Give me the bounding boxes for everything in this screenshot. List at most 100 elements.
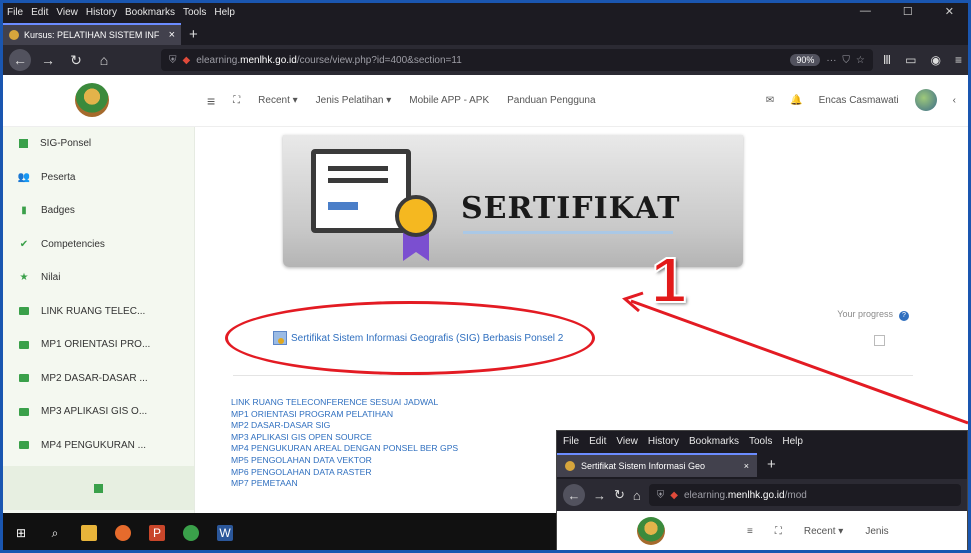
- sidebar-item-badges[interactable]: ▮ Badges: [3, 194, 194, 228]
- section-link[interactable]: MP7 PEMETAAN: [231, 478, 458, 490]
- firefox-icon[interactable]: [115, 525, 131, 541]
- sidebar-item-mp2[interactable]: MP2 DASAR-DASAR ...: [3, 362, 194, 396]
- drawer-toggle-icon[interactable]: ≡: [207, 93, 215, 109]
- inset-reload-icon[interactable]: ↻: [614, 487, 625, 503]
- reload-icon[interactable]: ↻: [65, 49, 87, 71]
- home-icon[interactable]: ⌂: [93, 49, 115, 71]
- close-window-icon[interactable]: ✕: [945, 5, 954, 18]
- maximize-icon[interactable]: ☐: [903, 5, 913, 18]
- folder-icon: [19, 340, 29, 349]
- section-link[interactable]: MP6 PENGOLAHAN DATA RASTER: [231, 467, 458, 479]
- inset-menu-item[interactable]: File: [563, 436, 579, 447]
- inset-shield-icon: ⛨: [656, 489, 665, 501]
- menu-help[interactable]: Help: [214, 7, 235, 18]
- lock-icon[interactable]: ◆: [183, 55, 191, 66]
- nav-mobile-app[interactable]: Mobile APP - APK: [409, 95, 489, 106]
- minimize-icon[interactable]: —: [860, 5, 871, 18]
- chrome-icon[interactable]: [183, 525, 199, 541]
- inset-new-tab-button[interactable]: +: [767, 456, 776, 473]
- inset-menu-item[interactable]: History: [648, 436, 679, 447]
- file-explorer-icon[interactable]: [81, 525, 97, 541]
- windows-start-icon[interactable]: ⊞: [13, 525, 29, 541]
- search-icon[interactable]: ⌕: [47, 525, 63, 541]
- inset-tab-title: Sertifikat Sistem Informasi Geo: [581, 461, 706, 471]
- collapse-icon[interactable]: ‹: [953, 95, 956, 106]
- nav-panduan[interactable]: Panduan Pengguna: [507, 95, 595, 106]
- section-link[interactable]: MP3 APLIKASI GIS OPEN SOURCE: [231, 432, 458, 444]
- menu-tools[interactable]: Tools: [183, 7, 206, 18]
- browser-tab[interactable]: Kursus: PELATIHAN SISTEM INF ×: [3, 23, 181, 45]
- sidebar-item-link-ruang[interactable]: LINK RUANG TELEC...: [3, 295, 194, 329]
- inset-url-bar[interactable]: ⛨ ◆ elearning.menlhk.go.id/mod: [648, 484, 961, 506]
- users-icon: 👥: [17, 171, 31, 183]
- sidebar-item-mp1[interactable]: MP1 ORIENTASI PRO...: [3, 328, 194, 362]
- hamburger-menu-icon[interactable]: ≡: [955, 53, 962, 67]
- inset-nav-recent[interactable]: Recent ▾: [804, 526, 843, 537]
- sidebar-item-label: SIG-Ponsel: [40, 138, 92, 150]
- menu-history[interactable]: History: [86, 7, 117, 18]
- inset-nav-jenis[interactable]: Jenis: [865, 526, 888, 537]
- forward-icon[interactable]: →: [37, 49, 59, 71]
- inset-menu-item[interactable]: Help: [782, 436, 803, 447]
- inset-tab-close-icon[interactable]: ×: [744, 461, 749, 471]
- inset-forward-icon[interactable]: →: [593, 488, 606, 503]
- sidebar-item-more[interactable]: [3, 466, 194, 510]
- page-actions-icon[interactable]: ···: [826, 55, 836, 66]
- nav-recent[interactable]: Recent ▾: [258, 95, 297, 106]
- menu-view[interactable]: View: [56, 7, 78, 18]
- sidebar-item-sig-ponsel[interactable]: SIG-Ponsel: [3, 127, 194, 161]
- completion-checkbox[interactable]: [874, 335, 885, 346]
- inset-menu-bar: File Edit View History Bookmarks Tools H…: [557, 431, 967, 451]
- pocket-icon[interactable]: ⛉: [842, 55, 850, 66]
- url-bar[interactable]: ⛨ ◆ elearning.menlhk.go.id/course/view.p…: [161, 49, 873, 71]
- library-icon[interactable]: Ⅲ: [883, 53, 891, 67]
- sidebar-item-mp4[interactable]: MP4 PENGUKURAN ...: [3, 429, 194, 463]
- shield-icon[interactable]: ⛨: [169, 55, 177, 66]
- sidebar-toggle-icon[interactable]: ▭: [905, 53, 916, 67]
- section-link[interactable]: MP2 DASAR-DASAR SIG: [231, 420, 458, 432]
- account-icon[interactable]: ◉: [931, 53, 941, 67]
- sidebar-item-mp3[interactable]: MP3 APLIKASI GIS O...: [3, 395, 194, 429]
- powerpoint-icon[interactable]: P: [149, 525, 165, 541]
- section-link[interactable]: MP4 PENGUKURAN AREAL DENGAN PONSEL BER G…: [231, 443, 458, 455]
- bookmark-star-icon[interactable]: ☆: [856, 55, 865, 66]
- back-icon[interactable]: ←: [9, 49, 31, 71]
- inset-home-icon[interactable]: ⌂: [633, 488, 641, 503]
- menu-edit[interactable]: Edit: [31, 7, 48, 18]
- help-icon[interactable]: ?: [899, 311, 909, 321]
- sidebar-item-label: LINK RUANG TELEC...: [41, 305, 146, 317]
- new-tab-button[interactable]: +: [189, 26, 198, 43]
- inset-screenshot: File Edit View History Bookmarks Tools H…: [556, 430, 968, 550]
- avatar[interactable]: [914, 89, 937, 111]
- folder-icon: [19, 307, 29, 316]
- more-icon: [94, 483, 103, 493]
- inset-menu-item[interactable]: Tools: [749, 436, 772, 447]
- inset-menu-item[interactable]: Bookmarks: [689, 436, 739, 447]
- user-name[interactable]: Encas Casmawati: [819, 95, 899, 106]
- tab-title: Kursus: PELATIHAN SISTEM INF: [24, 30, 160, 40]
- section-link[interactable]: MP5 PENGOLAHAN DATA VEKTOR: [231, 455, 458, 467]
- fullscreen-icon[interactable]: ⛶: [233, 95, 240, 106]
- word-icon[interactable]: W: [217, 525, 233, 541]
- inset-drawer-icon[interactable]: ≡: [747, 526, 753, 537]
- medal-icon: [395, 195, 437, 237]
- site-logo[interactable]: [67, 81, 137, 121]
- inset-tab[interactable]: Sertifikat Sistem Informasi Geo ×: [557, 453, 757, 477]
- tab-close-icon[interactable]: ×: [169, 29, 175, 41]
- sidebar-item-nilai[interactable]: ★ Nilai: [3, 261, 194, 295]
- inset-menu-item[interactable]: View: [616, 436, 638, 447]
- menu-file[interactable]: File: [7, 7, 23, 18]
- inset-fullscreen-icon[interactable]: ⛶: [775, 526, 782, 537]
- inset-menu-item[interactable]: Edit: [589, 436, 606, 447]
- sidebar-item-label: Competencies: [41, 238, 105, 250]
- sidebar-item-competencies[interactable]: ✔ Competencies: [3, 228, 194, 262]
- section-link[interactable]: LINK RUANG TELECONFERENCE SESUAI JADWAL: [231, 397, 458, 409]
- inset-back-icon[interactable]: ←: [563, 484, 585, 506]
- nav-jenis-pelatihan[interactable]: Jenis Pelatihan ▾: [316, 95, 392, 106]
- menu-bookmarks[interactable]: Bookmarks: [125, 7, 175, 18]
- notifications-icon[interactable]: 🔔: [790, 95, 802, 106]
- messages-icon[interactable]: ✉: [766, 95, 774, 106]
- section-link[interactable]: MP1 ORIENTASI PROGRAM PELATIHAN: [231, 409, 458, 421]
- zoom-indicator[interactable]: 90%: [790, 54, 821, 66]
- sidebar-item-peserta[interactable]: 👥 Peserta: [3, 161, 194, 195]
